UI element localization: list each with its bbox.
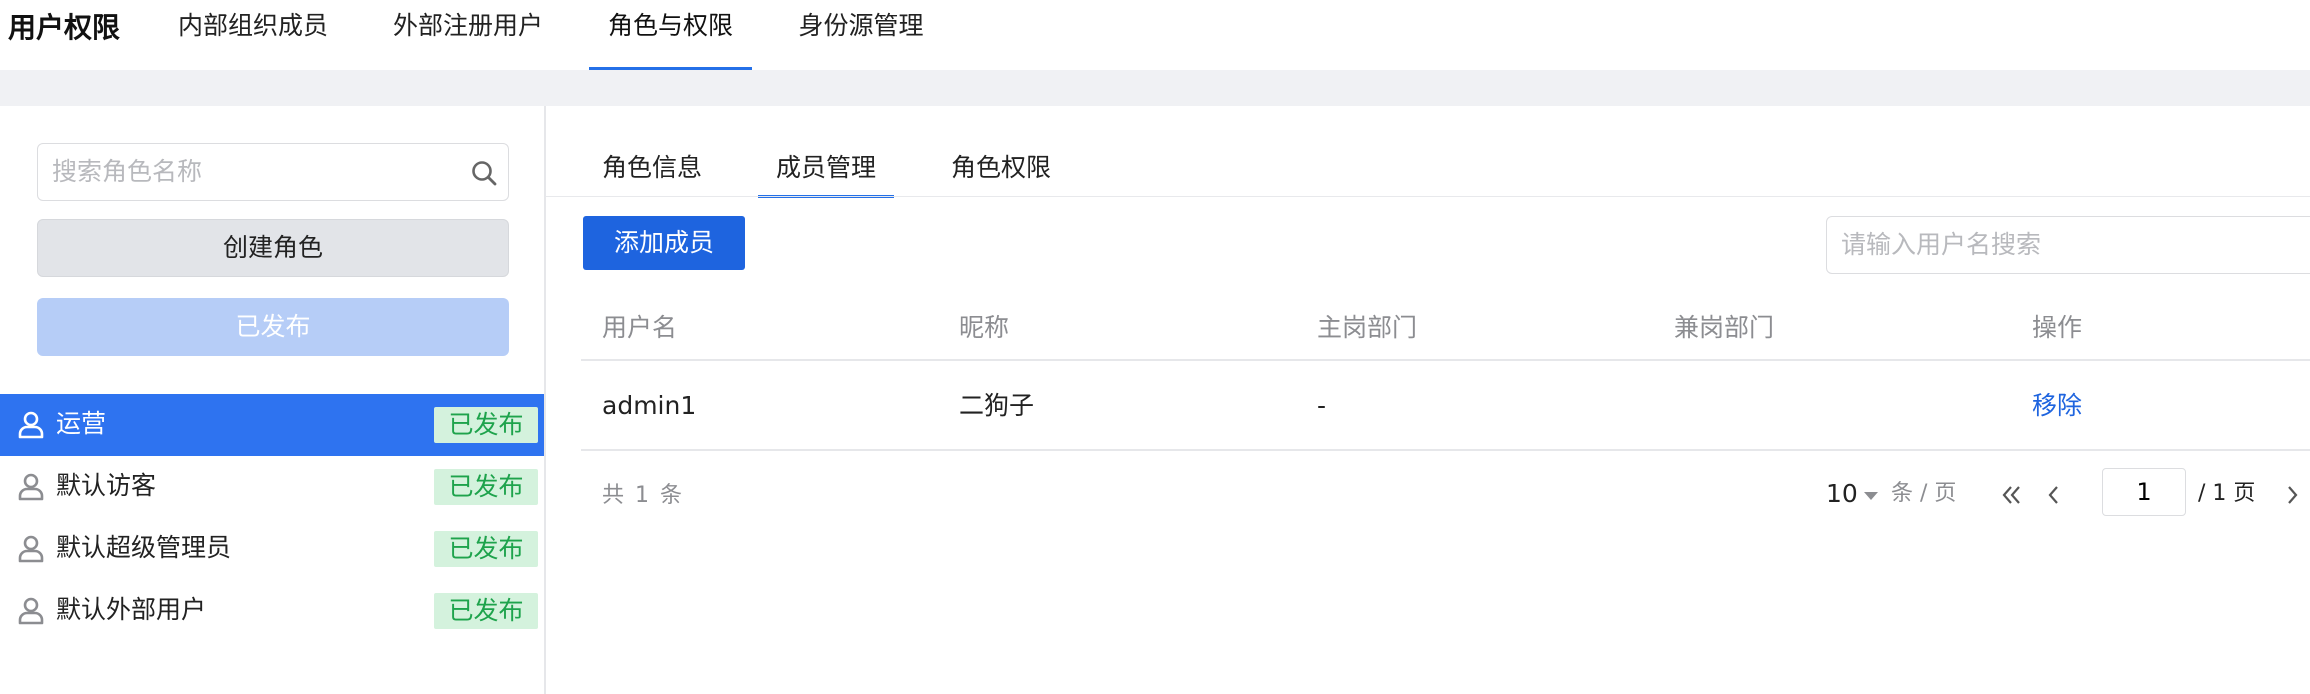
header-divider-strip bbox=[0, 70, 2310, 106]
role-name: 运营 bbox=[56, 409, 107, 438]
table-header-divider bbox=[581, 359, 2310, 361]
role-name: 默认访客 bbox=[56, 471, 157, 500]
first-page-icon[interactable] bbox=[1998, 478, 2026, 512]
status-badge: 已发布 bbox=[434, 593, 538, 629]
page-total-label: / 1 页 bbox=[2198, 481, 2256, 506]
status-badge: 已发布 bbox=[434, 407, 538, 443]
cell-username: admin1 bbox=[602, 391, 697, 420]
column-header-actions: 操作 bbox=[2032, 313, 2083, 342]
role-search-box bbox=[37, 143, 509, 201]
column-header-main-dept: 主岗部门 bbox=[1317, 313, 1418, 342]
next-page-icon[interactable] bbox=[2278, 478, 2306, 512]
app-title: 用户权限 bbox=[8, 11, 121, 44]
role-search-input[interactable] bbox=[52, 144, 452, 199]
roles-sidebar: 创建角色 已发布 运营 已发布 默认访客 已发布 默认超级管理员 已发布 bbox=[0, 106, 546, 694]
role-item-operations[interactable]: 运营 已发布 bbox=[0, 394, 544, 456]
role-name: 默认超级管理员 bbox=[56, 533, 232, 562]
role-item-default-super-admin[interactable]: 默认超级管理员 已发布 bbox=[0, 518, 544, 580]
published-button[interactable]: 已发布 bbox=[37, 298, 509, 356]
search-icon[interactable] bbox=[470, 159, 498, 187]
tabs-divider bbox=[546, 196, 2310, 197]
role-list: 运营 已发布 默认访客 已发布 默认超级管理员 已发布 默认外部用户 已发布 bbox=[0, 394, 544, 642]
tab-role-permissions[interactable]: 角色权限 bbox=[951, 148, 1051, 188]
remove-member-link[interactable]: 移除 bbox=[2032, 386, 2082, 426]
role-name: 默认外部用户 bbox=[56, 595, 207, 624]
status-badge: 已发布 bbox=[434, 531, 538, 567]
cell-main-dept: - bbox=[1317, 391, 1327, 420]
tab-identity-sources[interactable]: 身份源管理 bbox=[797, 8, 925, 70]
per-page-label: 条 / 页 bbox=[1891, 481, 1957, 506]
page-number-box bbox=[2102, 468, 2186, 516]
tab-external-users[interactable]: 外部注册用户 bbox=[393, 8, 543, 70]
column-header-part-dept: 兼岗部门 bbox=[1674, 313, 1775, 342]
status-badge: 已发布 bbox=[434, 469, 538, 505]
column-header-username: 用户名 bbox=[602, 313, 678, 342]
cell-nickname: 二狗子 bbox=[959, 391, 1035, 420]
top-navigation: 用户权限 内部组织成员 外部注册用户 角色与权限 身份源管理 bbox=[0, 0, 2310, 70]
total-count: 共 1 条 bbox=[602, 483, 684, 508]
user-icon bbox=[18, 473, 44, 501]
tab-role-info[interactable]: 角色信息 bbox=[602, 148, 702, 188]
role-item-default-visitor[interactable]: 默认访客 已发布 bbox=[0, 456, 544, 518]
role-item-default-external-user[interactable]: 默认外部用户 已发布 bbox=[0, 580, 544, 642]
user-icon bbox=[18, 535, 44, 563]
tab-roles-permissions[interactable]: 角色与权限 bbox=[589, 8, 752, 70]
tab-internal-members[interactable]: 内部组织成员 bbox=[178, 8, 328, 70]
caret-down-icon[interactable] bbox=[1863, 491, 1879, 501]
create-role-button[interactable]: 创建角色 bbox=[37, 219, 509, 277]
user-search-input[interactable] bbox=[1841, 217, 2301, 272]
table-row-divider bbox=[581, 449, 2310, 451]
page-size-select[interactable]: 10 bbox=[1826, 474, 1858, 514]
role-detail-panel: 角色信息 成员管理 角色权限 添加成员 用户名 昵称 主岗部门 兼岗部门 操作 … bbox=[546, 106, 2310, 694]
page-number-input[interactable] bbox=[2103, 469, 2185, 515]
user-search-box bbox=[1826, 216, 2310, 274]
add-member-button[interactable]: 添加成员 bbox=[583, 216, 745, 270]
user-icon bbox=[18, 411, 44, 439]
tab-member-management[interactable]: 成员管理 bbox=[757, 148, 895, 198]
prev-page-icon[interactable] bbox=[2040, 478, 2068, 512]
column-header-nickname: 昵称 bbox=[959, 313, 1010, 342]
user-icon bbox=[18, 597, 44, 625]
